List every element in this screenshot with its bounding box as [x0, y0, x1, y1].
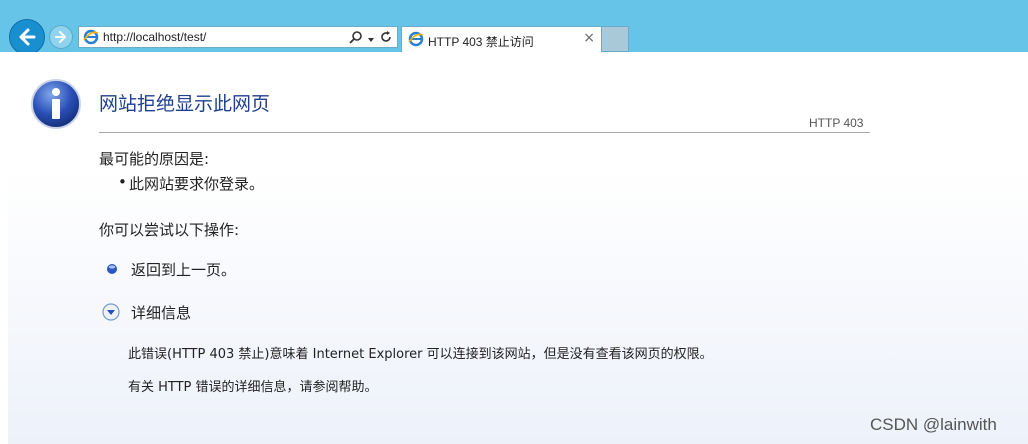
title-divider: [99, 132, 870, 133]
arrow-right-icon: [55, 31, 66, 43]
close-icon[interactable]: ×: [583, 30, 595, 46]
page-content: 网站拒绝显示此网页 HTTP 403 最可能的原因是: 此网站要求你登录。 你可…: [8, 52, 1028, 444]
cause-heading: 最可能的原因是:: [99, 150, 210, 168]
blue-bullet-icon: [106, 260, 118, 279]
refresh-icon[interactable]: [379, 29, 393, 48]
tab-title: HTTP 403 禁止访问: [428, 35, 534, 49]
back-button[interactable]: [9, 19, 45, 55]
arrow-left-icon: [19, 28, 36, 46]
detail-text-2: 有关 HTTP 错误的详细信息，请参阅帮助。: [128, 380, 378, 395]
page-title: 网站拒绝显示此网页: [99, 93, 271, 115]
new-tab-button[interactable]: [602, 26, 629, 52]
cause-item: 此网站要求你登录。: [118, 173, 264, 194]
tab-active[interactable]: HTTP 403 禁止访问 ×: [401, 26, 602, 52]
expand-circle-icon[interactable]: [102, 303, 120, 325]
search-icon[interactable]: [349, 29, 363, 48]
more-info-toggle[interactable]: 详细信息: [131, 302, 191, 323]
info-icon: [30, 78, 82, 134]
browser-toolbar: http://localhost/test/ HTTP 403 禁止访问 ×: [0, 0, 1028, 55]
address-bar[interactable]: http://localhost/test/: [78, 26, 398, 48]
forward-button[interactable]: [49, 25, 73, 49]
ie-logo-icon: [83, 29, 99, 49]
back-link[interactable]: 返回到上一页。: [131, 259, 236, 280]
error-code: HTTP 403: [809, 116, 864, 130]
ie-logo-icon: [408, 31, 424, 51]
detail-text-1: 此错误(HTTP 403 禁止)意味着 Internet Explorer 可以…: [128, 347, 713, 362]
chevron-down-icon[interactable]: [367, 29, 375, 48]
try-heading: 你可以尝试以下操作:: [99, 221, 240, 239]
watermark: CSDN @lainwith: [870, 415, 997, 434]
address-url[interactable]: http://localhost/test/: [103, 30, 206, 44]
